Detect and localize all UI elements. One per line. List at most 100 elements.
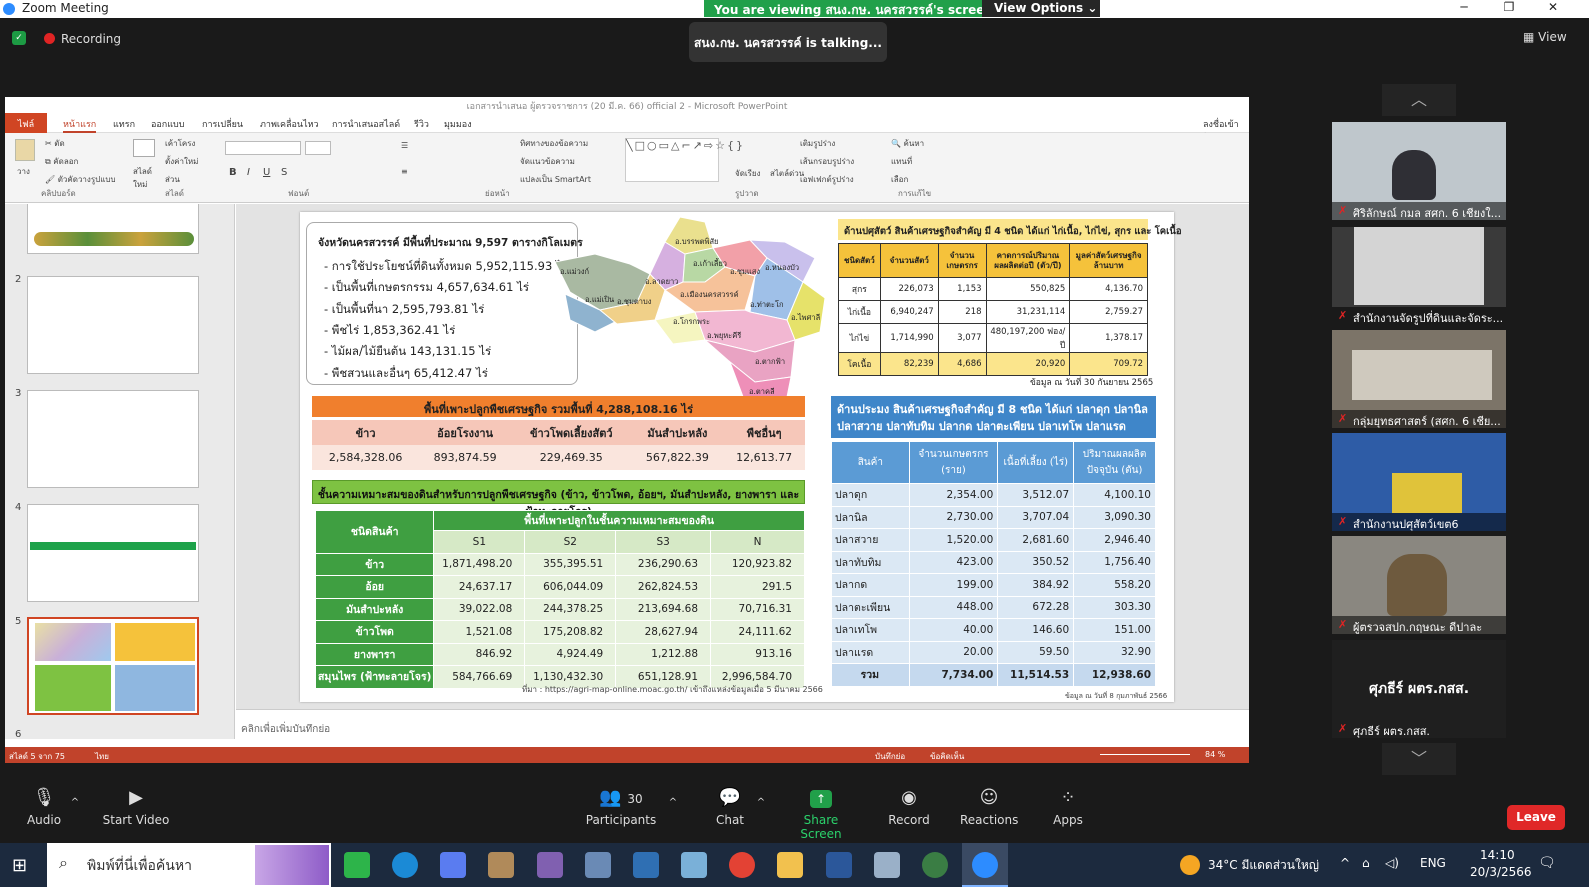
close-button[interactable]: ✕ <box>1538 0 1568 18</box>
windows-start-icon[interactable]: ⊞ <box>12 855 27 876</box>
format-painter-button[interactable]: 🖌 ตัวคัดวางรูปแบบ <box>45 173 116 186</box>
security-shield-icon[interactable]: ✓ <box>12 31 26 45</box>
text-direction-button[interactable]: ทิศทางของข้อความ <box>520 137 588 150</box>
record-button[interactable]: ◉ Record <box>886 787 932 827</box>
reset-button[interactable]: ตั้งค่าใหม่ <box>165 155 198 168</box>
chat-button[interactable]: 💬 Chat <box>710 787 750 827</box>
new-slide-icon[interactable] <box>133 139 155 157</box>
minimize-button[interactable]: ─ <box>1449 0 1479 18</box>
slide-thumb-3[interactable] <box>27 390 199 488</box>
slide-canvas[interactable]: จังหวัดนครสวรรค์ มีพื้นที่ประมาณ 9,597 ต… <box>300 212 1182 702</box>
participants-options-chevron-icon[interactable]: ^ <box>666 797 680 808</box>
copy-button[interactable]: ⧉ คัดลอก <box>45 155 78 168</box>
word-icon[interactable] <box>826 852 852 878</box>
shape-effects-button[interactable]: เอฟเฟกต์รูปร่าง <box>800 173 854 186</box>
file-explorer-icon[interactable] <box>777 852 803 878</box>
find-button[interactable]: 🔍 ค้นหา <box>891 137 924 150</box>
edge-icon[interactable] <box>392 852 418 878</box>
language-indicator[interactable]: ENG <box>1420 856 1446 870</box>
font-size-box[interactable] <box>305 141 331 155</box>
participant-tile[interactable]: ✗ กลุ่มยุทธศาสตร์ (สศก. 6 เชีย... <box>1332 330 1506 428</box>
bullets-button[interactable]: ☰ <box>401 141 408 150</box>
tab-file[interactable]: ไฟล์ <box>5 113 47 133</box>
font-name-box[interactable] <box>225 141 301 155</box>
smartart-button[interactable]: แปลงเป็น SmartArt <box>520 173 591 186</box>
tab-insert[interactable]: แทรก <box>113 117 135 131</box>
shape-fill-button[interactable]: เติมรูปร่าง <box>800 137 835 150</box>
leave-button[interactable]: Leave <box>1507 805 1565 830</box>
participant-tile-no-video[interactable]: ศุภธีร์ ผตร.กสส. ✗ ศุภธีร์ ผตร.กสส. <box>1332 640 1506 738</box>
volume-icon[interactable]: ◁) <box>1385 856 1399 870</box>
weather-text[interactable]: 34°C มีแดดส่วนใหญ่ <box>1208 856 1319 875</box>
shape-outline-button[interactable]: เส้นกรอบรูปร่าง <box>800 155 854 168</box>
slide-thumb-2[interactable] <box>27 276 199 374</box>
participants-button[interactable]: 👥 30 Participants <box>584 787 658 827</box>
language-indicator[interactable]: ไทย <box>95 750 109 763</box>
app-icon[interactable] <box>681 852 707 878</box>
line-app-icon[interactable] <box>344 852 370 878</box>
app-icon[interactable] <box>874 852 900 878</box>
chrome-icon[interactable] <box>729 852 755 878</box>
align-text-button[interactable]: จัดแนวข้อความ <box>520 155 575 168</box>
scroll-down-button[interactable]: ﹀ <box>1382 743 1456 775</box>
tab-home[interactable]: หน้าแรก <box>63 117 97 133</box>
tab-design[interactable]: ออกแบบ <box>151 117 185 131</box>
notes-pane[interactable]: คลิกเพื่อเพิ่มบันทึกย่อ <box>236 709 1249 739</box>
paste-button[interactable]: วาง <box>17 165 30 178</box>
select-button[interactable]: เลือก <box>891 173 908 186</box>
tray-chevron-icon[interactable]: ^ <box>1340 856 1350 870</box>
zoom-taskbar-button[interactable] <box>962 843 1008 887</box>
align-left-button[interactable]: ≡ <box>401 167 408 176</box>
audio-button[interactable]: 🎙 Audio <box>22 787 66 827</box>
paste-icon[interactable] <box>15 139 35 161</box>
new-slide-button[interactable]: สไลด์ใหม่ <box>133 165 157 191</box>
reactions-button[interactable]: ☺ Reactions <box>960 787 1018 827</box>
app-icon[interactable] <box>922 852 948 878</box>
apps-button[interactable]: ⁘ Apps <box>1048 787 1088 827</box>
network-icon[interactable]: ⌂ <box>1362 856 1370 870</box>
italic-button[interactable]: I <box>247 167 250 178</box>
start-video-button[interactable]: ▶ Start Video <box>100 787 172 827</box>
clock-date[interactable]: 20/3/2566 <box>1470 865 1532 879</box>
weather-sun-icon[interactable] <box>1180 855 1200 875</box>
taskbar-search-input[interactable]: ⌕ พิมพ์ที่นี่เพื่อค้นหา <box>47 843 331 887</box>
tab-slideshow[interactable]: การนำเสนอสไลด์ <box>332 117 400 131</box>
app-icon[interactable] <box>440 852 466 878</box>
replace-button[interactable]: แทนที่ <box>891 155 912 168</box>
app-icon[interactable] <box>488 852 514 878</box>
participant-tile[interactable]: ✗ สำนักงานจัดรูปที่ดินและจัดระ... <box>1332 227 1506 325</box>
shadow-button[interactable]: S <box>281 167 287 178</box>
arrange-button[interactable]: จัดเรียง <box>735 167 761 180</box>
calculator-icon[interactable] <box>585 852 611 878</box>
notes-toggle[interactable]: บันทึกย่อ <box>875 750 905 763</box>
slide-thumb-4[interactable] <box>27 504 199 602</box>
tab-view[interactable]: มุมมอง <box>444 117 472 131</box>
bold-button[interactable]: B <box>229 167 237 178</box>
maximize-button[interactable]: ❐ <box>1494 0 1524 18</box>
app-icon[interactable] <box>537 852 563 878</box>
zoom-level[interactable]: 84 % <box>1205 750 1225 759</box>
layout-button[interactable]: เค้าโครง <box>165 137 195 150</box>
comments-toggle[interactable]: ข้อคิดเห็น <box>930 750 964 763</box>
participant-tile[interactable]: ✗ ผู้ตรวจสปก.กฤษณะ ดีปาละ <box>1332 536 1506 634</box>
participant-tile[interactable]: ✗ ศิริลักษณ์ กมล สศก. 6 เชียงใ... <box>1332 122 1506 220</box>
zoom-slider[interactable] <box>1100 754 1190 755</box>
slide-thumb-1[interactable] <box>27 204 199 254</box>
tab-animations[interactable]: ภาพเคลื่อนไหว <box>260 117 319 131</box>
view-menu-button[interactable]: ▦ View <box>1523 30 1567 44</box>
slide-thumb-5-selected[interactable] <box>27 617 199 715</box>
shapes-gallery[interactable]: ╲□○▭△⌐↗⇨☆{} <box>625 138 743 182</box>
notifications-icon[interactable]: 🗨 <box>1538 855 1556 871</box>
tab-review[interactable]: รีวิว <box>414 117 429 131</box>
share-screen-button[interactable]: ↑ Share Screen <box>784 787 858 841</box>
recording-indicator[interactable]: Recording <box>44 32 121 46</box>
clock-time[interactable]: 14:10 <box>1480 848 1515 862</box>
view-options-button[interactable]: View Options ⌄ <box>982 0 1100 17</box>
chat-options-chevron-icon[interactable]: ^ <box>754 797 768 808</box>
underline-button[interactable]: U <box>263 167 270 178</box>
scroll-up-button[interactable]: ︿ <box>1382 84 1456 116</box>
cut-button[interactable]: ✂ ตัด <box>45 137 65 150</box>
app-icon[interactable] <box>633 852 659 878</box>
section-button[interactable]: ส่วน <box>165 173 180 186</box>
audio-options-chevron-icon[interactable]: ^ <box>68 797 82 808</box>
